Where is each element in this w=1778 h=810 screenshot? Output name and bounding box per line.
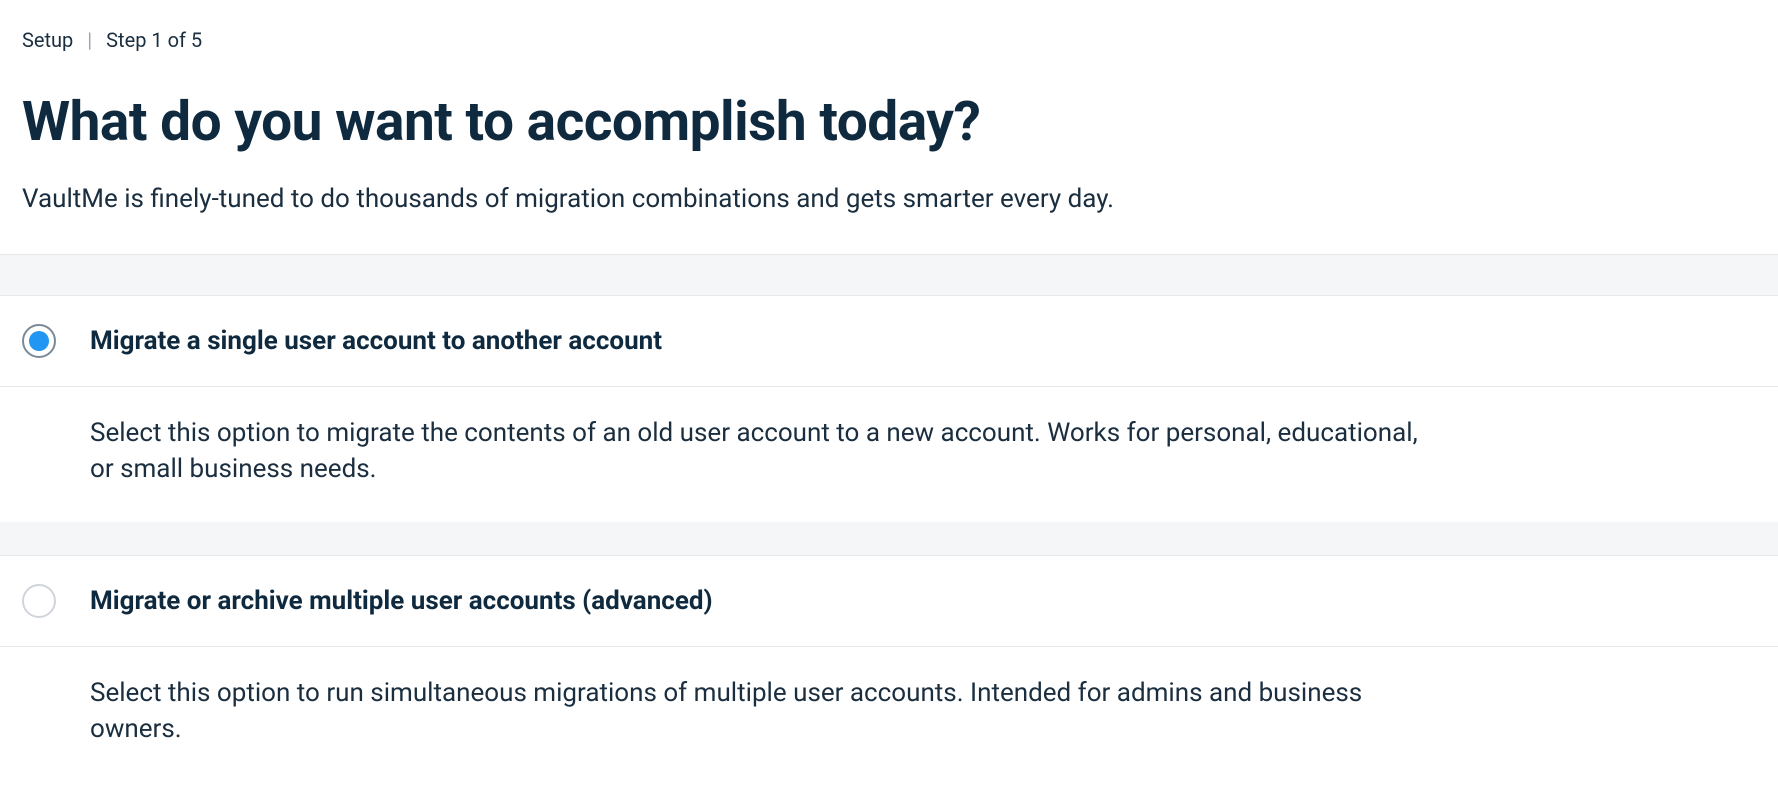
option-multiple-accounts-title: Migrate or archive multiple user account… [90, 586, 713, 616]
option-single-account-description: Select this option to migrate the conten… [0, 387, 1450, 522]
option-spacer [0, 522, 1778, 556]
option-single-account-title: Migrate a single user account to another… [90, 326, 662, 356]
radio-multiple-accounts[interactable] [22, 584, 56, 618]
breadcrumb: Setup | Step 1 of 5 [22, 28, 1756, 52]
option-multiple-accounts-description: Select this option to run simultaneous m… [0, 647, 1450, 782]
page-subtitle: VaultMe is finely-tuned to do thousands … [22, 184, 1756, 214]
breadcrumb-separator: | [87, 28, 92, 52]
radio-single-account[interactable] [22, 324, 56, 358]
breadcrumb-step: Step 1 of 5 [106, 28, 202, 52]
option-multiple-accounts: Migrate or archive multiple user account… [0, 556, 1778, 782]
option-single-account: Migrate a single user account to another… [0, 296, 1778, 522]
page-title: What do you want to accomplish today? [22, 90, 1756, 154]
page-header: Setup | Step 1 of 5 What do you want to … [0, 0, 1778, 254]
breadcrumb-setup: Setup [22, 28, 73, 52]
section-spacer [0, 254, 1778, 296]
radio-selected-indicator [29, 331, 49, 351]
option-single-account-header[interactable]: Migrate a single user account to another… [0, 296, 1778, 387]
option-multiple-accounts-header[interactable]: Migrate or archive multiple user account… [0, 556, 1778, 647]
